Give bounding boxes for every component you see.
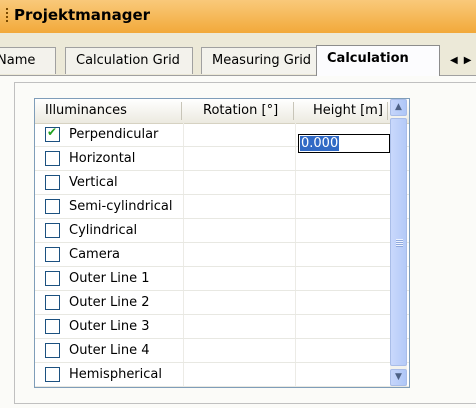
- grid-header: Illuminances Rotation [°] Height [m]: [35, 99, 409, 124]
- table-row[interactable]: Cylindrical: [35, 219, 409, 243]
- row-label: Camera: [69, 247, 121, 262]
- tab-calculation-grid[interactable]: Calculation Grid: [65, 47, 193, 74]
- row-label: Outer Line 2: [69, 295, 150, 310]
- header-separator: [387, 102, 388, 120]
- row-checkbox[interactable]: [45, 271, 60, 286]
- table-row[interactable]: Outer Line 1: [35, 267, 409, 291]
- header-separator: [293, 102, 294, 120]
- col-height[interactable]: Height [m]: [313, 99, 383, 123]
- tab-name[interactable]: Name: [0, 47, 56, 74]
- triangle-right-icon[interactable]: ▶: [464, 55, 476, 66]
- panel-titlebar: Projektmanager: [0, 0, 476, 34]
- table-row[interactable]: Vertical: [35, 171, 409, 195]
- table-row[interactable]: Outer Line 4: [35, 339, 409, 363]
- height-edit-field[interactable]: 0.000: [298, 134, 390, 153]
- row-label: Semi-cylindrical: [69, 199, 173, 214]
- row-checkbox[interactable]: [45, 343, 60, 358]
- vertical-scrollbar[interactable]: ▲ ▼: [390, 99, 407, 386]
- row-checkbox[interactable]: [45, 295, 60, 310]
- col-rotation[interactable]: Rotation [°]: [203, 99, 278, 123]
- scroll-thumb[interactable]: [390, 118, 407, 366]
- row-label: Vertical: [69, 175, 118, 190]
- tab-measuring-grid[interactable]: Measuring Grid: [201, 47, 320, 74]
- row-label: Outer Line 1: [69, 271, 150, 286]
- row-checkbox[interactable]: [45, 151, 60, 166]
- table-row[interactable]: Outer Line 3: [35, 315, 409, 339]
- row-checkbox[interactable]: [45, 223, 60, 238]
- row-checkbox[interactable]: [45, 175, 60, 190]
- row-label: Outer Line 4: [69, 343, 150, 358]
- row-checkbox[interactable]: [45, 247, 60, 262]
- table-row[interactable]: Outer Line 2: [35, 291, 409, 315]
- row-label: Horizontal: [69, 151, 136, 166]
- row-checkbox[interactable]: [45, 199, 60, 214]
- thumb-grip-icon: [396, 239, 403, 247]
- row-checkbox[interactable]: [45, 125, 60, 142]
- row-label: Cylindrical: [69, 223, 138, 238]
- row-divider: [35, 386, 409, 387]
- header-separator: [181, 102, 182, 120]
- tab-calculation[interactable]: Calculation: [316, 45, 440, 76]
- tab-strip: Name Calculation Grid Measuring Grid Cal…: [0, 33, 476, 76]
- table-row[interactable]: Hemispherical: [35, 363, 409, 387]
- row-checkbox[interactable]: [45, 367, 60, 382]
- row-label: Perpendicular: [69, 127, 159, 142]
- scroll-up-icon[interactable]: ▲: [390, 99, 407, 116]
- triangle-left-icon[interactable]: ◀: [450, 55, 464, 66]
- row-label: Outer Line 3: [69, 319, 150, 334]
- table-row[interactable]: Semi-cylindrical: [35, 195, 409, 219]
- panel-title: Projektmanager: [14, 6, 151, 24]
- row-checkbox[interactable]: [45, 319, 60, 334]
- col-illuminances[interactable]: Illuminances: [45, 99, 127, 123]
- tab-scroll-arrows: ◀▶: [450, 55, 476, 66]
- table-row[interactable]: Camera: [35, 243, 409, 267]
- scroll-down-icon[interactable]: ▼: [390, 369, 407, 386]
- row-label: Hemispherical: [69, 367, 162, 382]
- drag-grip-icon[interactable]: [6, 8, 8, 24]
- illuminance-grid: Illuminances Rotation [°] Height [m] Per…: [34, 98, 410, 388]
- height-edit-value[interactable]: 0.000: [300, 136, 340, 151]
